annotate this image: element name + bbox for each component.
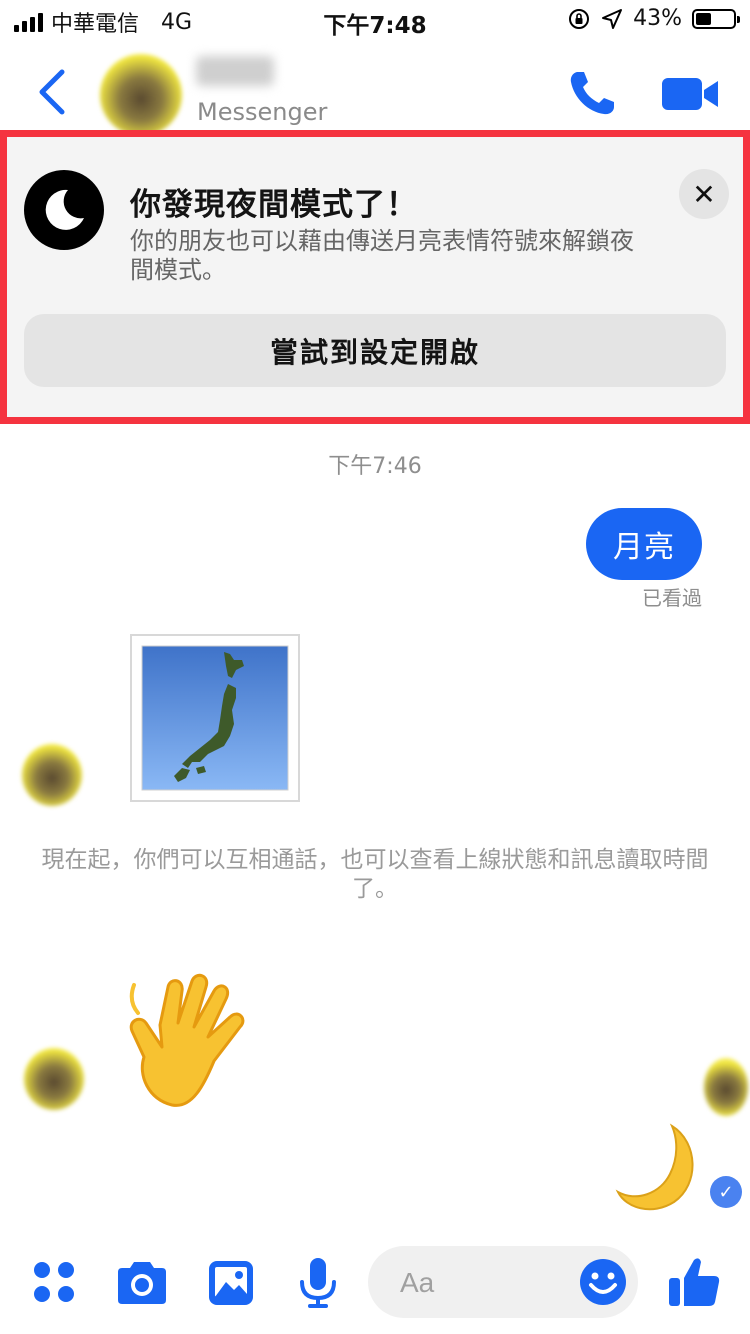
video-icon[interactable]	[660, 74, 720, 114]
microphone-icon[interactable]	[298, 1256, 338, 1310]
apps-icon[interactable]	[32, 1260, 78, 1306]
composer-bar	[0, 1240, 750, 1334]
call-enabled-notice: 現在起，你們可以互相通話，也可以查看上線狀態和訊息讀取時間了。	[41, 847, 709, 902]
message-input[interactable]	[398, 1246, 592, 1320]
battery-percent: 43%	[633, 6, 682, 31]
header-subtitle: Messenger	[197, 98, 328, 126]
close-button[interactable]: ✕	[679, 169, 729, 219]
message-timestamp: 下午7:46	[328, 454, 422, 479]
crescent-moon-emoji[interactable]	[612, 1120, 704, 1215]
outgoing-message-bubble[interactable]: 月亮	[586, 508, 702, 580]
contact-name-blurred[interactable]	[196, 56, 274, 86]
night-mode-banner: 你發現夜間模式了！ 你的朋友也可以藉由傳送月亮表情符號來解鎖夜間模式。 ✕ 嘗試…	[0, 130, 750, 424]
chat-header: Messenger	[0, 44, 750, 136]
battery-icon	[692, 8, 740, 29]
contact-avatar-small	[704, 1058, 748, 1116]
japan-map-sticker[interactable]	[130, 634, 300, 802]
phone-icon[interactable]	[566, 68, 620, 118]
open-settings-button[interactable]: 嘗試到設定開啟	[24, 314, 726, 387]
orientation-lock-icon	[569, 8, 590, 29]
seen-status: 已看過	[642, 586, 702, 610]
sent-check-icon: ✓	[710, 1176, 742, 1208]
camera-icon[interactable]	[114, 1258, 170, 1308]
contact-avatar[interactable]	[22, 744, 82, 806]
banner-description: 你的朋友也可以藉由傳送月亮表情符號來解鎖夜間模式。	[130, 227, 634, 284]
contact-avatar[interactable]	[24, 1048, 84, 1110]
emoji-icon[interactable]	[578, 1257, 628, 1307]
banner-title: 你發現夜間模式了！	[130, 187, 418, 223]
location-icon	[602, 8, 623, 29]
avatar[interactable]	[100, 54, 182, 136]
status-bar: 中華電信 4G 下午7:48 43%	[0, 0, 750, 44]
back-icon[interactable]	[34, 68, 74, 116]
thumbs-up-icon[interactable]	[666, 1254, 722, 1310]
waving-hand-emoji[interactable]	[118, 965, 278, 1115]
close-icon: ✕	[692, 177, 716, 211]
moon-icon	[24, 170, 104, 250]
gallery-icon[interactable]	[206, 1258, 256, 1308]
message-input-pill[interactable]	[368, 1246, 638, 1320]
